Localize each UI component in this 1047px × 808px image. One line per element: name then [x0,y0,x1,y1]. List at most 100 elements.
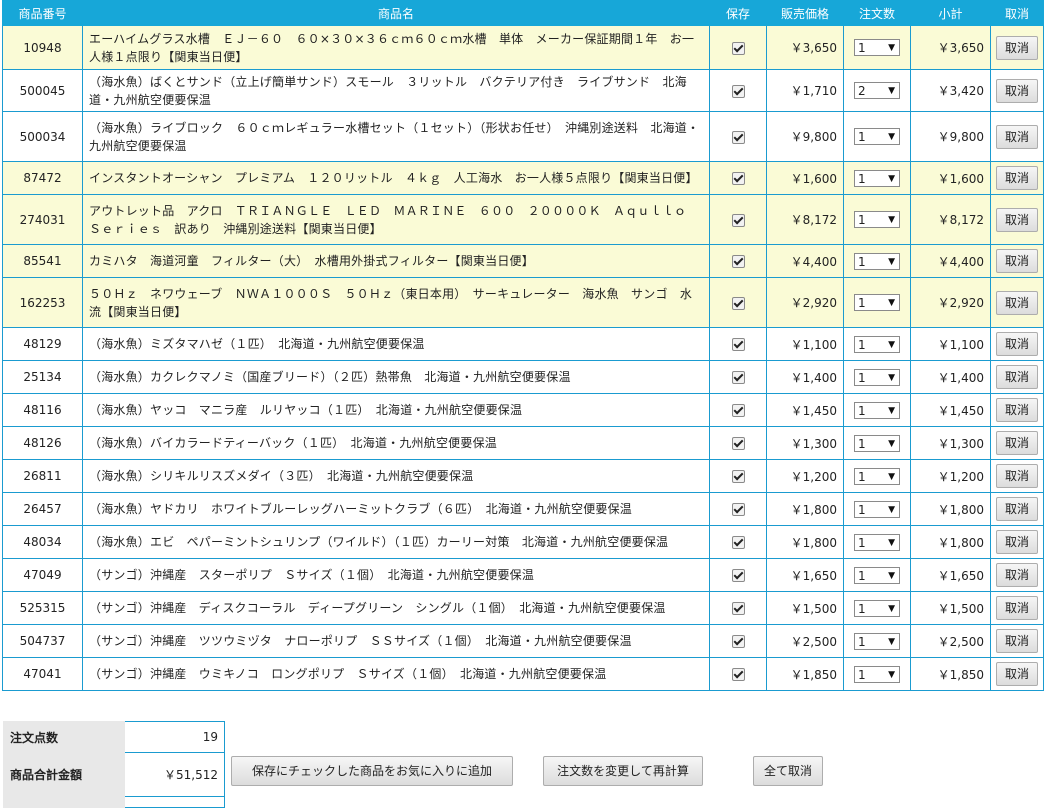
line-subtotal: ￥2,500 [910,624,991,658]
keep-cell [709,360,767,394]
product-name: アウトレット品 アクロ ＴＲＩＡＮＧＬＥ ＬＥＤ ＭＡＲＩＮＥ ６００ ２０００… [82,194,710,245]
product-code: 48126 [2,426,83,460]
keep-checkbox[interactable] [731,172,745,185]
unit-price: ￥1,400 [766,360,844,394]
cancel-item-button[interactable]: 取消 [996,431,1038,455]
cancel-item-button[interactable]: 取消 [996,78,1038,103]
keep-checkbox[interactable] [731,213,745,227]
qty-cell: 1 ▼ [843,591,911,625]
keep-checkbox[interactable] [731,404,745,417]
product-code: 87472 [2,161,83,195]
unit-price: ￥8,172 [766,194,844,245]
cancel-item-button[interactable]: 取消 [996,35,1038,60]
product-code: 525315 [2,591,83,625]
keep-checkbox[interactable] [731,536,745,549]
qty-select[interactable]: 1 ▼ [854,566,900,584]
cancel-cell: 取消 [990,426,1044,460]
unit-price: ￥1,800 [766,525,844,559]
qty-select[interactable]: 1 ▼ [854,169,900,187]
cancel-item-button[interactable]: 取消 [996,629,1038,653]
unit-price: ￥3,650 [766,25,844,70]
cancel-item-button[interactable]: 取消 [996,290,1038,315]
qty-select[interactable]: 1 ▼ [854,434,900,452]
product-name: カミハタ 海道河童 フィルター（大） 水槽用外掛式フィルター【関東当日便】 [82,244,710,278]
keep-cell [709,657,767,691]
qty-select[interactable]: 2 ▼ [854,82,900,99]
product-code: 500045 [2,69,83,112]
cancel-item-button[interactable]: 取消 [996,124,1038,149]
keep-checkbox[interactable] [731,569,745,582]
product-name: （サンゴ）沖縄産 ツツウミヅタ ナローポリプ ＳＳサイズ（１個） 北海道・九州航… [82,624,710,658]
cancel-item-button[interactable]: 取消 [996,207,1038,232]
qty-select[interactable]: 1 ▼ [854,39,900,56]
line-subtotal: ￥9,800 [910,111,991,162]
qty-select[interactable]: 1 ▼ [854,665,900,683]
keep-checkbox[interactable] [731,668,745,681]
qty-select[interactable]: 1 ▼ [854,632,900,650]
chevron-down-icon: ▼ [888,504,895,515]
chevron-down-icon: ▼ [888,86,895,96]
keep-checkbox[interactable] [731,602,745,615]
chevron-down-icon: ▼ [888,173,895,184]
product-code: 85541 [2,244,83,278]
cancel-item-button[interactable]: 取消 [996,596,1038,620]
keep-checkbox[interactable] [731,41,745,55]
table-row: 47049 （サンゴ）沖縄産 スターポリプ Ｓサイズ（１個） 北海道・九州航空便要… [2,558,1044,592]
chevron-down-icon: ▼ [888,405,895,416]
order-count-label: 注文点数 [3,721,125,753]
keep-checkbox[interactable] [731,503,745,516]
keep-checkbox[interactable] [731,338,745,351]
cancel-all-button[interactable]: 全て取消 [753,756,823,786]
qty-select[interactable]: 1 ▼ [854,252,900,270]
keep-checkbox[interactable] [731,437,745,450]
line-subtotal: ￥1,400 [910,360,991,394]
table-row: 525315 （サンゴ）沖縄産 ディスクコーラル ディープグリーン シングル（１個… [2,591,1044,625]
line-subtotal: ￥3,420 [910,69,991,112]
qty-value: 1 [858,403,866,418]
keep-cell [709,558,767,592]
keep-checkbox[interactable] [731,255,745,268]
table-row: 48129 （海水魚）ミズタマハゼ（１匹） 北海道・九州航空便要保温 ￥1,100 1… [2,327,1044,361]
product-code: 47041 [2,657,83,691]
recalculate-button[interactable]: 注文数を変更して再計算 [543,756,703,786]
header-price: 販売価格 [766,0,844,26]
product-name: （海水魚）ミズタマハゼ（１匹） 北海道・九州航空便要保温 [82,327,710,361]
keep-checkbox[interactable] [731,470,745,483]
cancel-item-button[interactable]: 取消 [996,662,1038,686]
cancel-item-button[interactable]: 取消 [996,497,1038,521]
table-row: 48126 （海水魚）バイカラードティーバック（１匹） 北海道・九州航空便要保温 ￥… [2,426,1044,460]
qty-select[interactable]: 1 ▼ [854,211,900,228]
keep-checkbox[interactable] [731,635,745,648]
cancel-item-button[interactable]: 取消 [996,332,1038,356]
qty-select[interactable]: 1 ▼ [854,335,900,353]
qty-select[interactable]: 1 ▼ [854,533,900,551]
qty-select[interactable]: 1 ▼ [854,128,900,145]
qty-select[interactable]: 1 ▼ [854,467,900,485]
cancel-item-button[interactable]: 取消 [996,530,1038,554]
keep-checkbox[interactable] [731,84,745,98]
cancel-item-button[interactable]: 取消 [996,166,1038,190]
qty-value: 1 [858,568,866,583]
qty-select[interactable]: 1 ▼ [854,368,900,386]
cancel-item-button[interactable]: 取消 [996,464,1038,488]
cancel-item-button[interactable]: 取消 [996,249,1038,273]
qty-select[interactable]: 1 ▼ [854,294,900,311]
cancel-cell: 取消 [990,657,1044,691]
keep-checkbox[interactable] [731,130,745,144]
cancel-item-button[interactable]: 取消 [996,398,1038,422]
cancel-item-button[interactable]: 取消 [996,563,1038,587]
add-to-favorites-button[interactable]: 保存にチェックした商品をお気に入りに追加 [231,756,513,786]
cancel-cell: 取消 [990,492,1044,526]
header-subtotal: 小計 [910,0,991,26]
cancel-cell: 取消 [990,277,1044,328]
keep-checkbox[interactable] [731,371,745,384]
keep-checkbox[interactable] [731,296,745,310]
summary-count-row: 注文点数 19 [3,721,225,753]
cancel-cell: 取消 [990,69,1044,112]
qty-select[interactable]: 1 ▼ [854,599,900,617]
qty-select[interactable]: 1 ▼ [854,401,900,419]
cancel-item-button[interactable]: 取消 [996,365,1038,389]
cancel-cell: 取消 [990,360,1044,394]
qty-select[interactable]: 1 ▼ [854,500,900,518]
order-total-label: 商品合計金額 [3,752,125,797]
